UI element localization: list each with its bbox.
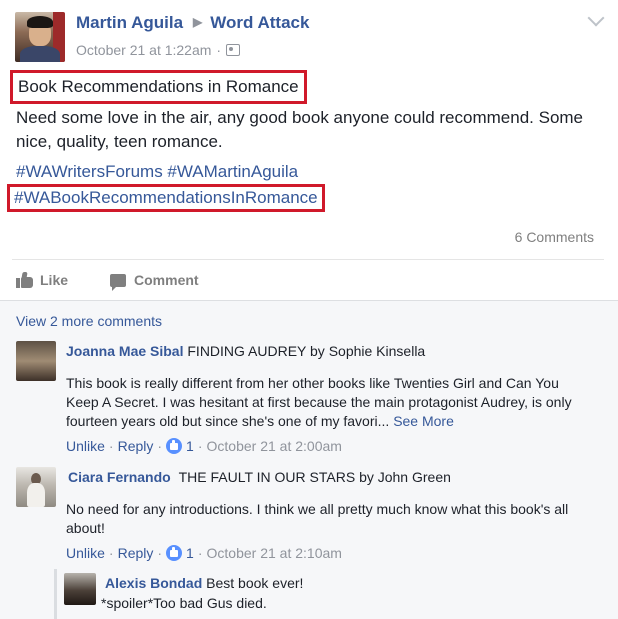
comment-button[interactable]: Comment [110, 272, 199, 291]
comment-body: This book is really different from her o… [66, 374, 586, 431]
action-bar: Like Comment [16, 267, 241, 293]
like-label: Like [40, 272, 69, 288]
reply-body-text: *spoiler*Too bad Gus died. [101, 595, 267, 611]
reply-avatar[interactable] [64, 573, 96, 605]
author-name[interactable]: Martin Aguila [76, 13, 183, 32]
comment-count[interactable]: 6 Comments [515, 229, 594, 245]
reply-link[interactable]: Reply [118, 545, 154, 561]
post-title: Book Recommendations in Romance [10, 70, 307, 104]
commenter-avatar[interactable] [16, 341, 56, 381]
arrow-right-icon: ▶ [193, 15, 203, 29]
post-card: Martin Aguila ▶ Word Attack October 21 at … [0, 0, 618, 619]
like-count[interactable]: 1 [186, 545, 194, 561]
post-header: Martin Aguila ▶ Word Attack [76, 13, 309, 33]
like-badge-icon[interactable] [166, 545, 183, 561]
divider [12, 259, 604, 260]
post-timestamp: October 21 at 1:22am · [76, 42, 241, 58]
comment-inline-text: THE FAULT IN OUR STARS by John Green [178, 469, 451, 485]
comment-body-text: This book is really different from her o… [66, 375, 572, 429]
hashtags-line-1[interactable]: #WAWritersForums #WAMartinAguila [16, 162, 298, 182]
comment-meta: Unlike · Reply · 1 · October 21 at 2:10a… [66, 545, 342, 561]
audience-icon[interactable] [226, 44, 241, 56]
comments-section: View 2 more comments Joanna Mae Sibal FI… [0, 300, 618, 619]
comment-label: Comment [134, 272, 199, 288]
comment-time[interactable]: October 21 at 2:10am [207, 545, 342, 561]
unlike-link[interactable]: Unlike [66, 438, 105, 454]
comment-icon [110, 273, 127, 291]
like-button[interactable]: Like [16, 272, 68, 288]
like-badge-icon[interactable] [166, 438, 183, 454]
post-body-text: Need some love in the air, any good book… [16, 108, 584, 151]
comment-inline-text: FINDING AUDREY by Sophie Kinsella [187, 343, 426, 359]
like-icon [16, 272, 33, 288]
comment-body-text: No need for any introductions. I think w… [66, 501, 569, 536]
chevron-down-icon[interactable] [587, 9, 605, 27]
commenter-name[interactable]: Ciara Fernando [68, 469, 171, 485]
view-more-comments-link[interactable]: View 2 more comments [16, 313, 162, 329]
see-more-link[interactable]: See More [393, 413, 454, 429]
reply-inline-text: Best book ever! [206, 575, 304, 591]
comment-meta: Unlike · Reply · 1 · October 21 at 2:00a… [66, 438, 342, 454]
commenter-name[interactable]: Joanna Mae Sibal [66, 343, 183, 359]
unlike-link[interactable]: Unlike [66, 545, 105, 561]
hashtag-highlighted[interactable]: #WABookRecommendationsInRomance [7, 184, 325, 212]
author-avatar[interactable] [15, 12, 65, 62]
timestamp-text[interactable]: October 21 at 1:22am [76, 42, 211, 58]
group-name[interactable]: Word Attack [210, 13, 309, 32]
reply-author-name[interactable]: Alexis Bondad [105, 575, 202, 591]
reply-link[interactable]: Reply [118, 438, 154, 454]
reply-thread-line [54, 569, 57, 619]
like-count[interactable]: 1 [186, 438, 194, 454]
commenter-avatar[interactable] [16, 467, 56, 507]
comment-time[interactable]: October 21 at 2:00am [207, 438, 342, 454]
